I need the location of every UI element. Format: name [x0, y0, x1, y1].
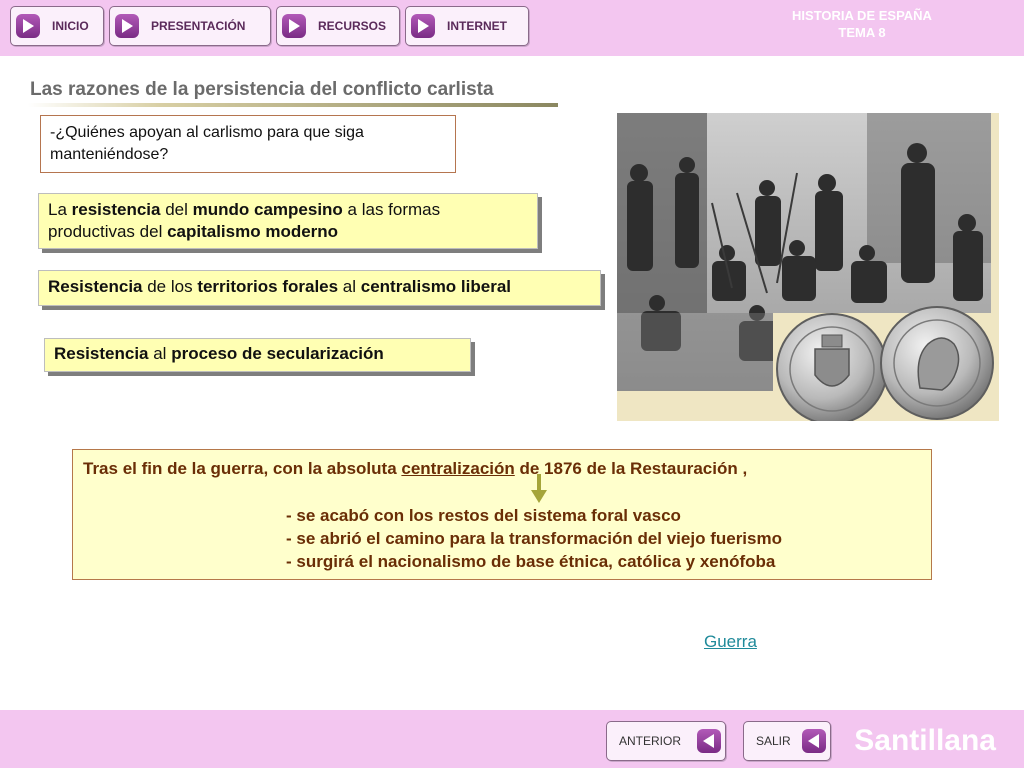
callout-bold-text: Resistencia [54, 344, 149, 363]
callout-bold-text: territorios forales [197, 277, 339, 296]
top-nav-bar: INICIO PRESENTACIÓN RECURSOS INTERNET HI… [0, 0, 1024, 56]
summary-item: - se acabó con los restos del sistema fo… [286, 506, 681, 525]
question-box: -¿Quiénes apoyan al carlismo para que si… [40, 115, 456, 173]
recursos-button-label: RECURSOS [318, 19, 387, 33]
callout-text: de los [142, 277, 198, 296]
callout-text: al [148, 344, 172, 363]
play-left-icon [802, 729, 826, 753]
callout-foral-resistance: Resistencia de los territorios forales a… [38, 270, 601, 306]
summary-item: - se abrió el camino para la transformac… [286, 529, 782, 548]
coin-reverse-image [776, 313, 888, 421]
play-left-icon [697, 729, 721, 753]
summary-intro-text: de 1876 de la Restauración , [514, 459, 748, 478]
play-right-icon [16, 14, 40, 38]
title-underline [28, 103, 558, 107]
callout-bold-text: mundo campesino [192, 200, 343, 219]
callout-bold-text: capitalismo moderno [167, 222, 339, 241]
callout-bold-text: Resistencia [48, 277, 143, 296]
callout-bold-text: resistencia [71, 200, 161, 219]
callout-bold-text: proceso de secularización [171, 344, 384, 363]
summary-box: Tras el fin de la guerra, con la absolut… [72, 449, 932, 580]
callout-text: La [48, 200, 72, 219]
course-name: HISTORIA DE ESPAÑA [792, 8, 932, 23]
slide-title: Las razones de la persistencia del confl… [30, 79, 494, 100]
course-unit: TEMA 8 [838, 25, 886, 40]
summary-item: - surgirá el nacionalismo de base étnica… [286, 552, 776, 571]
callout-text: del [160, 200, 193, 219]
carlist-soldiers-photo [617, 113, 999, 421]
callout-peasant-resistance: La resistencia del mundo campesino a las… [38, 193, 538, 249]
anterior-button[interactable]: ANTERIOR [606, 721, 726, 761]
bottom-nav-bar: ANTERIOR SALIR Santillana [0, 710, 1024, 768]
callout-secularization-resistance: Resistencia al proceso de secularización [44, 338, 471, 372]
summary-intro-text: Tras el fin de la guerra, con la absolut… [83, 459, 402, 478]
presentacion-button-label: PRESENTACIÓN [151, 19, 246, 33]
anterior-button-label: ANTERIOR [619, 734, 682, 748]
guerra-link[interactable]: Guerra [704, 632, 757, 652]
santillana-logo: Santillana [854, 724, 996, 757]
inicio-button-label: INICIO [52, 19, 89, 33]
inicio-button[interactable]: INICIO [10, 6, 104, 46]
internet-button[interactable]: INTERNET [405, 6, 529, 46]
summary-intro: Tras el fin de la guerra, con la absolut… [83, 459, 747, 479]
salir-button[interactable]: SALIR [743, 721, 831, 761]
centralizacion-term: centralización [401, 459, 515, 478]
coin-portrait-image [880, 306, 994, 420]
callout-bold-text: centralismo liberal [360, 277, 511, 296]
salir-button-label: SALIR [756, 734, 791, 748]
play-right-icon [411, 14, 435, 38]
course-title: HISTORIA DE ESPAÑA TEMA 8 [792, 7, 932, 41]
down-arrow-icon [531, 474, 547, 503]
internet-button-label: INTERNET [447, 19, 507, 33]
recursos-button[interactable]: RECURSOS [276, 6, 400, 46]
callout-text: al [338, 277, 361, 296]
play-right-icon [282, 14, 306, 38]
play-right-icon [115, 14, 139, 38]
presentacion-button[interactable]: PRESENTACIÓN [109, 6, 271, 46]
